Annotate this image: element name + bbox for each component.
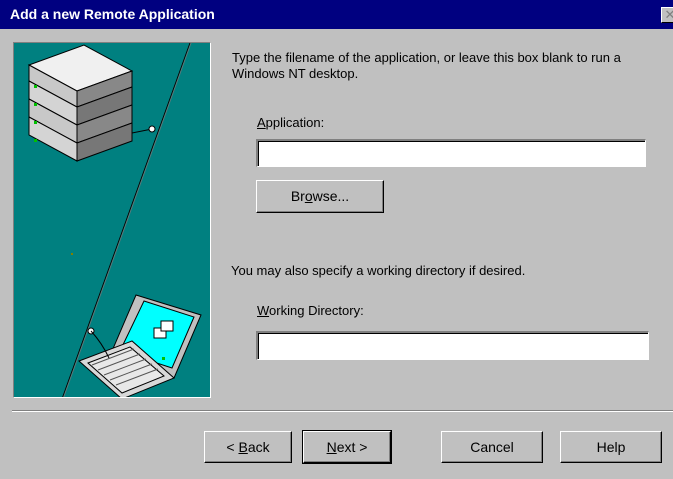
- working-directory-info: You may also specify a working directory…: [231, 263, 526, 278]
- application-label: Application:: [257, 115, 324, 130]
- application-label-accel: A: [257, 115, 266, 130]
- title-bar[interactable]: Add a new Remote Application ✕: [0, 0, 673, 29]
- working-directory-label: Working Directory:: [257, 303, 364, 318]
- wizard-illustration: [13, 42, 211, 398]
- add-remote-application-dialog: Add a new Remote Application ✕ Type the …: [0, 0, 673, 479]
- application-input[interactable]: [256, 139, 646, 167]
- back-label-accel: B: [238, 439, 248, 455]
- next-label-accel: N: [326, 439, 337, 455]
- next-label-post: ext >: [336, 439, 368, 455]
- back-label-pre: <: [226, 439, 239, 455]
- next-button[interactable]: Next >: [302, 430, 392, 464]
- cancel-button[interactable]: Cancel: [441, 431, 543, 463]
- close-icon[interactable]: ✕: [661, 7, 673, 23]
- dialog-title: Add a new Remote Application: [10, 6, 215, 22]
- back-button[interactable]: < Back: [204, 431, 292, 463]
- browse-label-pre: Br: [290, 188, 305, 204]
- server-icon: [27, 44, 156, 162]
- working-directory-input[interactable]: [256, 331, 649, 360]
- working-directory-label-accel: W: [257, 303, 270, 318]
- browse-label-post: wse...: [312, 188, 350, 204]
- browse-button[interactable]: Browse...: [256, 180, 384, 213]
- back-label-post: ack: [247, 439, 270, 455]
- working-directory-label-rest: orking Directory:: [269, 303, 364, 318]
- separator: [12, 410, 673, 412]
- instruction-text: Type the filename of the application, or…: [232, 50, 621, 81]
- browse-label-accel: o: [304, 188, 313, 204]
- help-button[interactable]: Help: [560, 431, 662, 463]
- application-label-rest: pplication:: [265, 115, 325, 130]
- laptop-icon: [78, 294, 202, 397]
